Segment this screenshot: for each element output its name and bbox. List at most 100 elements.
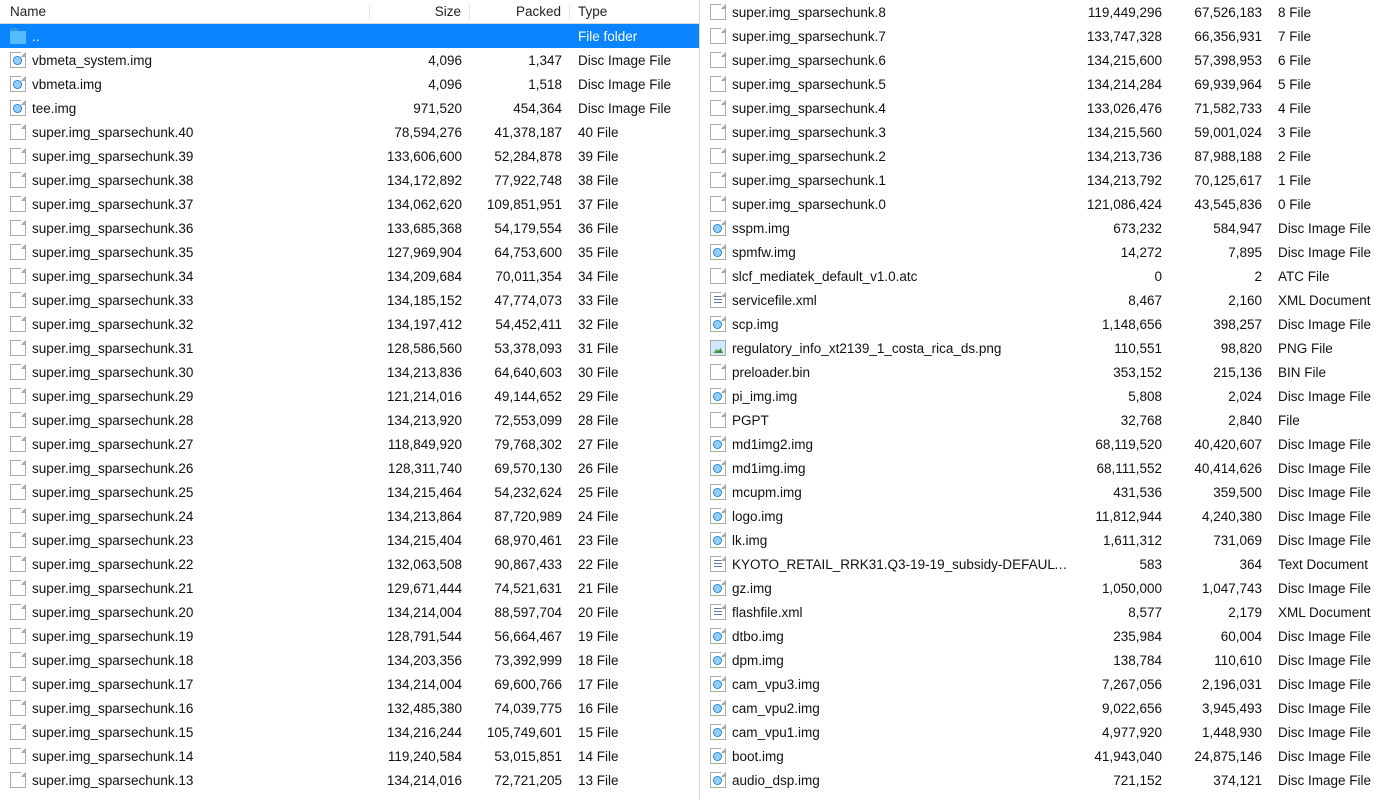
file-row[interactable]: super.img_sparsechunk.30134,213,83664,64… [0,360,699,384]
file-packed-cell: 49,144,652 [470,389,570,404]
file-row[interactable]: super.img_sparsechunk.6134,215,60057,398… [700,48,1400,72]
file-row[interactable]: super.img_sparsechunk.20134,214,00488,59… [0,600,699,624]
file-row[interactable]: preloader.bin353,152215,136BIN File [700,360,1400,384]
file-row[interactable]: super.img_sparsechunk.23134,215,40468,97… [0,528,699,552]
file-name-label: super.img_sparsechunk.22 [32,557,193,572]
file-row[interactable]: cam_vpu2.img9,022,6563,945,493Disc Image… [700,696,1400,720]
file-row[interactable]: super.img_sparsechunk.28134,213,92072,55… [0,408,699,432]
file-row[interactable]: super.img_sparsechunk.16132,485,38074,03… [0,696,699,720]
file-row[interactable]: super.img_sparsechunk.21129,671,44474,52… [0,576,699,600]
file-row[interactable]: servicefile.xml8,4672,160XML Document [700,288,1400,312]
file-row[interactable]: scp.img1,148,656398,257Disc Image File [700,312,1400,336]
file-row[interactable]: PGPT32,7682,840File [700,408,1400,432]
column-header-name[interactable]: Name [10,4,370,19]
file-row[interactable]: super.img_sparsechunk.17134,214,00469,60… [0,672,699,696]
file-row[interactable]: sspm.img673,232584,947Disc Image File [700,216,1400,240]
file-row[interactable]: super.img_sparsechunk.1134,213,79270,125… [700,168,1400,192]
file-name-label: vbmeta.img [32,77,102,92]
file-row[interactable]: ..File folder [0,24,699,48]
file-size-cell: 134,215,600 [1070,53,1170,68]
file-name-label: logo.img [732,509,783,524]
generic-file-icon [10,772,26,788]
file-row[interactable]: super.img_sparsechunk.37134,062,620109,8… [0,192,699,216]
file-size-cell: 118,849,920 [370,437,470,452]
file-row[interactable]: super.img_sparsechunk.18134,203,35673,39… [0,648,699,672]
file-row[interactable]: gz.img1,050,0001,047,743Disc Image File [700,576,1400,600]
file-row[interactable]: slcf_mediatek_default_v1.0.atc02ATC File [700,264,1400,288]
file-name-label: super.img_sparsechunk.31 [32,341,193,356]
file-row[interactable]: super.img_sparsechunk.26128,311,74069,57… [0,456,699,480]
file-type-cell: 22 File [570,557,699,572]
file-name-cell: super.img_sparsechunk.3 [710,124,1070,140]
file-row[interactable]: logo.img11,812,9444,240,380Disc Image Fi… [700,504,1400,528]
file-packed-cell: 40,420,607 [1170,437,1270,452]
file-row[interactable]: super.img_sparsechunk.13134,214,01672,72… [0,768,699,792]
file-row[interactable]: super.img_sparsechunk.4133,026,47671,582… [700,96,1400,120]
disc-image-icon [710,388,726,404]
file-row[interactable]: super.img_sparsechunk.32134,197,41254,45… [0,312,699,336]
file-row[interactable]: md1img.img68,111,55240,414,626Disc Image… [700,456,1400,480]
right-file-list[interactable]: super.img_sparsechunk.8119,449,29667,526… [700,0,1400,800]
file-type-cell: 18 File [570,653,699,668]
file-type-cell: Disc Image File [1270,701,1400,716]
file-row[interactable]: super.img_sparsechunk.36133,685,36854,17… [0,216,699,240]
file-packed-cell: 79,768,302 [470,437,570,452]
file-row[interactable]: super.img_sparsechunk.2134,213,73687,988… [700,144,1400,168]
generic-file-icon [10,460,26,476]
left-file-list[interactable]: ..File foldervbmeta_system.img4,0961,347… [0,24,699,800]
file-row[interactable]: boot.img41,943,04024,875,146Disc Image F… [700,744,1400,768]
file-row[interactable]: super.img_sparsechunk.14119,240,58453,01… [0,744,699,768]
file-row[interactable]: mcupm.img431,536359,500Disc Image File [700,480,1400,504]
column-header-type[interactable]: Type [570,4,699,19]
file-row[interactable]: super.img_sparsechunk.15134,216,244105,7… [0,720,699,744]
file-row[interactable]: pi_img.img5,8082,024Disc Image File [700,384,1400,408]
file-row[interactable]: regulatory_info_xt2139_1_costa_rica_ds.p… [700,336,1400,360]
file-size-cell: 431,536 [1070,485,1170,500]
file-row[interactable]: super.img_sparsechunk.3134,215,56059,001… [700,120,1400,144]
file-row[interactable]: super.img_sparsechunk.5134,214,28469,939… [700,72,1400,96]
file-row[interactable]: super.img_sparsechunk.4078,594,27641,378… [0,120,699,144]
file-row[interactable]: super.img_sparsechunk.24134,213,86487,72… [0,504,699,528]
file-name-cell: sspm.img [710,220,1070,236]
file-row[interactable]: vbmeta.img4,0961,518Disc Image File [0,72,699,96]
file-packed-cell: 77,922,748 [470,173,570,188]
file-row[interactable]: cam_vpu1.img4,977,9201,448,930Disc Image… [700,720,1400,744]
file-row[interactable]: lk.img1,611,312731,069Disc Image File [700,528,1400,552]
file-row[interactable]: audio_dsp.img721,152374,121Disc Image Fi… [700,768,1400,792]
file-row[interactable]: super.img_sparsechunk.19128,791,54456,66… [0,624,699,648]
file-name-cell: .. [10,28,370,44]
file-row[interactable]: super.img_sparsechunk.31128,586,56053,37… [0,336,699,360]
file-row[interactable]: super.img_sparsechunk.33134,185,15247,77… [0,288,699,312]
file-packed-cell: 53,015,851 [470,749,570,764]
file-row[interactable]: super.img_sparsechunk.34134,209,68470,01… [0,264,699,288]
file-row[interactable]: vbmeta_system.img4,0961,347Disc Image Fi… [0,48,699,72]
file-row[interactable]: super.img_sparsechunk.7133,747,32866,356… [700,24,1400,48]
file-type-cell: Disc Image File [1270,653,1400,668]
file-row[interactable]: flashfile.xml8,5772,179XML Document [700,600,1400,624]
file-size-cell: 134,214,284 [1070,77,1170,92]
file-row[interactable]: super.img_sparsechunk.38134,172,89277,92… [0,168,699,192]
file-name-cell: boot.img [710,748,1070,764]
file-row[interactable]: md1img2.img68,119,52040,420,607Disc Imag… [700,432,1400,456]
file-row[interactable]: super.img_sparsechunk.25134,215,46454,23… [0,480,699,504]
file-row[interactable]: tee.img971,520454,364Disc Image File [0,96,699,120]
file-row[interactable]: super.img_sparsechunk.8119,449,29667,526… [700,0,1400,24]
file-row[interactable]: KYOTO_RETAIL_RRK31.Q3-19-19_subsidy-DEFA… [700,552,1400,576]
file-row[interactable]: dpm.img138,784110,610Disc Image File [700,648,1400,672]
column-header-size[interactable]: Size [370,4,470,19]
disc-image-icon [10,76,26,92]
file-size-cell: 134,215,464 [370,485,470,500]
file-row[interactable]: cam_vpu3.img7,267,0562,196,031Disc Image… [700,672,1400,696]
file-packed-cell: 2,840 [1170,413,1270,428]
column-header-packed[interactable]: Packed [470,4,570,19]
file-row[interactable]: super.img_sparsechunk.27118,849,92079,76… [0,432,699,456]
file-row[interactable]: super.img_sparsechunk.35127,969,90464,75… [0,240,699,264]
file-row[interactable]: spmfw.img14,2727,895Disc Image File [700,240,1400,264]
file-row[interactable]: super.img_sparsechunk.29121,214,01649,14… [0,384,699,408]
file-packed-cell: 359,500 [1170,485,1270,500]
file-row[interactable]: super.img_sparsechunk.0121,086,42443,545… [700,192,1400,216]
file-name-label: preloader.bin [732,365,810,380]
file-row[interactable]: super.img_sparsechunk.39133,606,60052,28… [0,144,699,168]
file-row[interactable]: dtbo.img235,98460,004Disc Image File [700,624,1400,648]
file-row[interactable]: super.img_sparsechunk.22132,063,50890,86… [0,552,699,576]
